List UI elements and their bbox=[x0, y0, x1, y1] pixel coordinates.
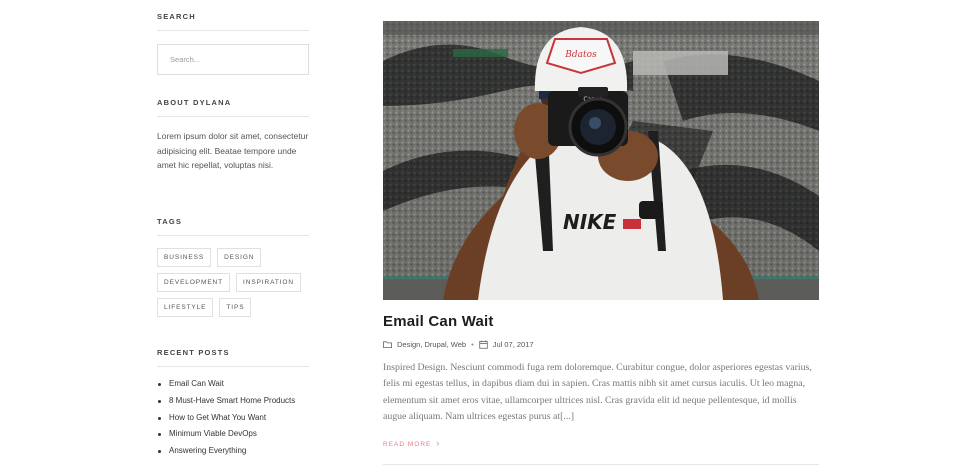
tag-lifestyle[interactable]: LIFESTYLE bbox=[157, 298, 214, 317]
read-more-label: READ MORE bbox=[383, 440, 432, 448]
tags-widget-title: TAGS bbox=[157, 217, 309, 236]
post-divider bbox=[383, 463, 819, 465]
tag-inspiration[interactable]: INSPIRATION bbox=[236, 273, 301, 292]
shirt-logo-text: NIKE bbox=[563, 210, 617, 234]
post-title[interactable]: Email Can Wait bbox=[383, 313, 819, 330]
search-input[interactable] bbox=[157, 44, 309, 75]
tags-widget: TAGS BUSINESS DESIGN DEVELOPMENT INSPIRA… bbox=[157, 217, 309, 317]
about-text: Lorem ipsum dolor sit amet, consectetur … bbox=[157, 131, 309, 170]
post-categories[interactable]: Design, Drupal, Web bbox=[397, 340, 466, 349]
recent-post-link[interactable]: 8 Must-Have Smart Home Products bbox=[157, 393, 309, 410]
recent-posts-widget-title: RECENT POSTS bbox=[157, 348, 309, 367]
post-excerpt: Inspired Design. Nesciunt commodi fuga r… bbox=[383, 362, 812, 423]
about-widget: ABOUT DYLANA Lorem ipsum dolor sit amet,… bbox=[157, 98, 309, 173]
recent-post-link[interactable]: How to Get What You Want bbox=[157, 410, 309, 427]
search-widget-title: SEARCH bbox=[157, 12, 309, 31]
read-more-link[interactable]: READ MORE › bbox=[383, 438, 440, 448]
recent-post-link[interactable]: Email Can Wait bbox=[157, 376, 309, 393]
recent-post-link[interactable]: Answering Everything bbox=[157, 443, 309, 460]
search-widget: SEARCH bbox=[157, 12, 309, 75]
blog-post: NIKE Bdatos Canon Email Can Wait Design,… bbox=[383, 21, 819, 465]
post-meta: Design, Drupal, Web • Jul 07, 2017 bbox=[383, 338, 819, 350]
calendar-icon bbox=[479, 339, 488, 349]
recent-posts-widget: RECENT POSTS Email Can Wait 8 Must-Have … bbox=[157, 348, 309, 460]
tag-business[interactable]: BUSINESS bbox=[157, 248, 212, 267]
recent-post-link[interactable]: Minimum Viable DevOps bbox=[157, 426, 309, 443]
post-date: Jul 07, 2017 bbox=[492, 339, 534, 349]
post-featured-image[interactable]: NIKE Bdatos Canon bbox=[383, 21, 819, 300]
tag-cloud: BUSINESS DESIGN DEVELOPMENT INSPIRATION … bbox=[157, 248, 317, 317]
recent-posts-list: Email Can Wait 8 Must-Have Smart Home Pr… bbox=[157, 376, 309, 460]
cap-logo-text: Bdatos bbox=[564, 50, 597, 60]
tag-design[interactable]: DESIGN bbox=[217, 248, 262, 267]
folder-icon bbox=[383, 340, 392, 348]
chevron-right-icon: › bbox=[436, 437, 441, 448]
tag-development[interactable]: DEVELOPMENT bbox=[157, 273, 231, 292]
meta-separator: • bbox=[471, 339, 474, 349]
about-widget-title: ABOUT DYLANA bbox=[157, 98, 309, 117]
tag-tips[interactable]: TIPS bbox=[219, 298, 252, 317]
